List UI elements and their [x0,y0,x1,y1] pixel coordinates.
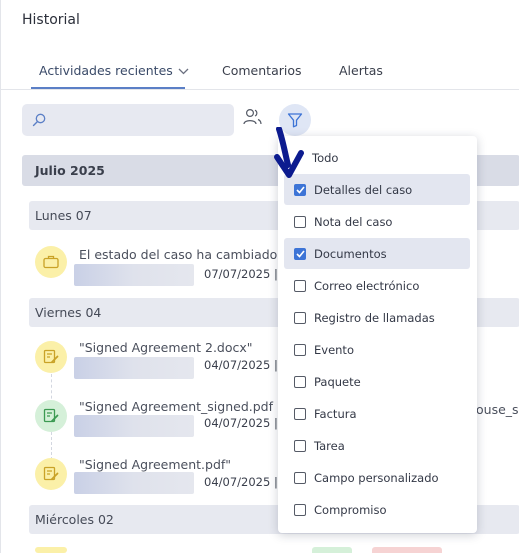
timeline-entry-icon [35,400,67,432]
people-filter-button[interactable] [243,108,263,130]
edit-document-icon [43,408,59,423]
filter-option-label: Nota del caso [314,214,393,229]
timeline-entry-title-overflow: ouse_s [476,402,519,417]
filter-option-package[interactable]: Paquete [284,366,470,397]
filter-option-label: Todo [312,150,339,165]
checkbox[interactable] [294,503,306,516]
checkbox[interactable] [294,311,306,324]
check-icon [295,249,305,258]
timeline-entry-meta: 04/07/2025 | 1 [204,475,289,489]
filter-option-invoice[interactable]: Factura [284,398,470,429]
annotation-arrow-icon [274,127,304,178]
redacted-user [74,357,194,379]
briefcase-icon [43,255,59,269]
edit-document-icon [43,349,59,364]
tabs-divider [1,89,519,90]
active-tab-indicator [31,87,185,89]
checkbox[interactable] [294,439,306,452]
checkbox[interactable] [294,279,306,292]
timeline-entry-icon [35,246,67,278]
filter-option-label: Detalles del caso [314,182,413,197]
users-icon [243,108,262,125]
panel-title: Historial [22,12,80,28]
tab-label: Alertas [339,63,383,78]
timeline-entry-title[interactable]: "Signed Agreement_signed.pdf [79,399,273,414]
filter-option-label: Campo personalizado [314,470,439,485]
checkbox[interactable] [294,215,306,228]
tab-recent-activities[interactable]: Actividades recientes [39,63,189,78]
filter-option-case-note[interactable]: Nota del caso [284,206,470,237]
timeline-entry-icon [35,458,67,490]
filter-option-documents[interactable]: Documentos [284,238,470,269]
filter-option-email[interactable]: Correo electrónico [284,270,470,301]
timeline-entry-meta: 07/07/2025 | 1 [204,267,289,281]
filter-option-label: Factura [314,406,357,421]
filter-option-case-details[interactable]: Detalles del caso [284,174,470,205]
filter-option-commitment[interactable]: Compromiso [284,494,470,525]
tab-label: Comentarios [222,63,302,78]
filter-option-event[interactable]: Evento [284,334,470,365]
filter-option-label: Paquete [314,374,361,389]
filter-option-label: Correo electrónico [314,278,420,293]
tab-comments[interactable]: Comentarios [222,63,302,78]
filter-option-label: Evento [314,342,354,357]
tab-alerts[interactable]: Alertas [339,63,383,78]
timeline-entry-title[interactable]: "Signed Agreement 2.docx" [79,340,253,355]
timeline-entry-meta: 04/07/2025 | 1 [204,416,289,430]
checkbox-checked[interactable] [294,247,306,260]
filter-option-custom-field[interactable]: Campo personalizado [284,462,470,493]
timeline-connector [51,432,52,460]
filter-option-label: Compromiso [314,502,387,517]
timeline-entry-meta: 04/07/2025 | 1 [204,358,289,372]
checkbox[interactable] [294,375,306,388]
checkbox[interactable] [294,407,306,420]
checkbox[interactable] [294,343,306,356]
filter-option-call-log[interactable]: Registro de llamadas [284,302,470,333]
checkbox-checked[interactable] [294,183,306,196]
edit-document-icon [43,466,59,481]
timeline-entry-icon-partial [35,547,67,553]
timeline-entry-title[interactable]: "Signed Agreement.pdf" [79,457,231,472]
checkbox[interactable] [294,471,306,484]
timeline-entry-title[interactable]: El estado del caso ha cambiado [79,247,277,262]
filter-option-label: Registro de llamadas [314,310,435,325]
filter-option-task[interactable]: Tarea [284,430,470,461]
chevron-down-icon [178,63,189,78]
status-badge [372,547,442,553]
status-badge [312,547,352,553]
filter-option-label: Tarea [314,438,345,453]
redacted-user [74,472,194,494]
redacted-user [74,264,194,286]
filter-icon [287,113,303,128]
filter-dropdown: Todo Detalles del caso Nota del caso Doc… [278,136,477,533]
check-icon [295,185,305,194]
redacted-user [74,415,194,437]
search-input[interactable] [22,104,234,136]
tab-label: Actividades recientes [39,63,173,78]
timeline-entry-icon [35,341,67,373]
search-icon [32,113,46,127]
filter-option-all[interactable]: Todo [284,142,470,173]
filter-option-label: Documentos [314,246,387,261]
